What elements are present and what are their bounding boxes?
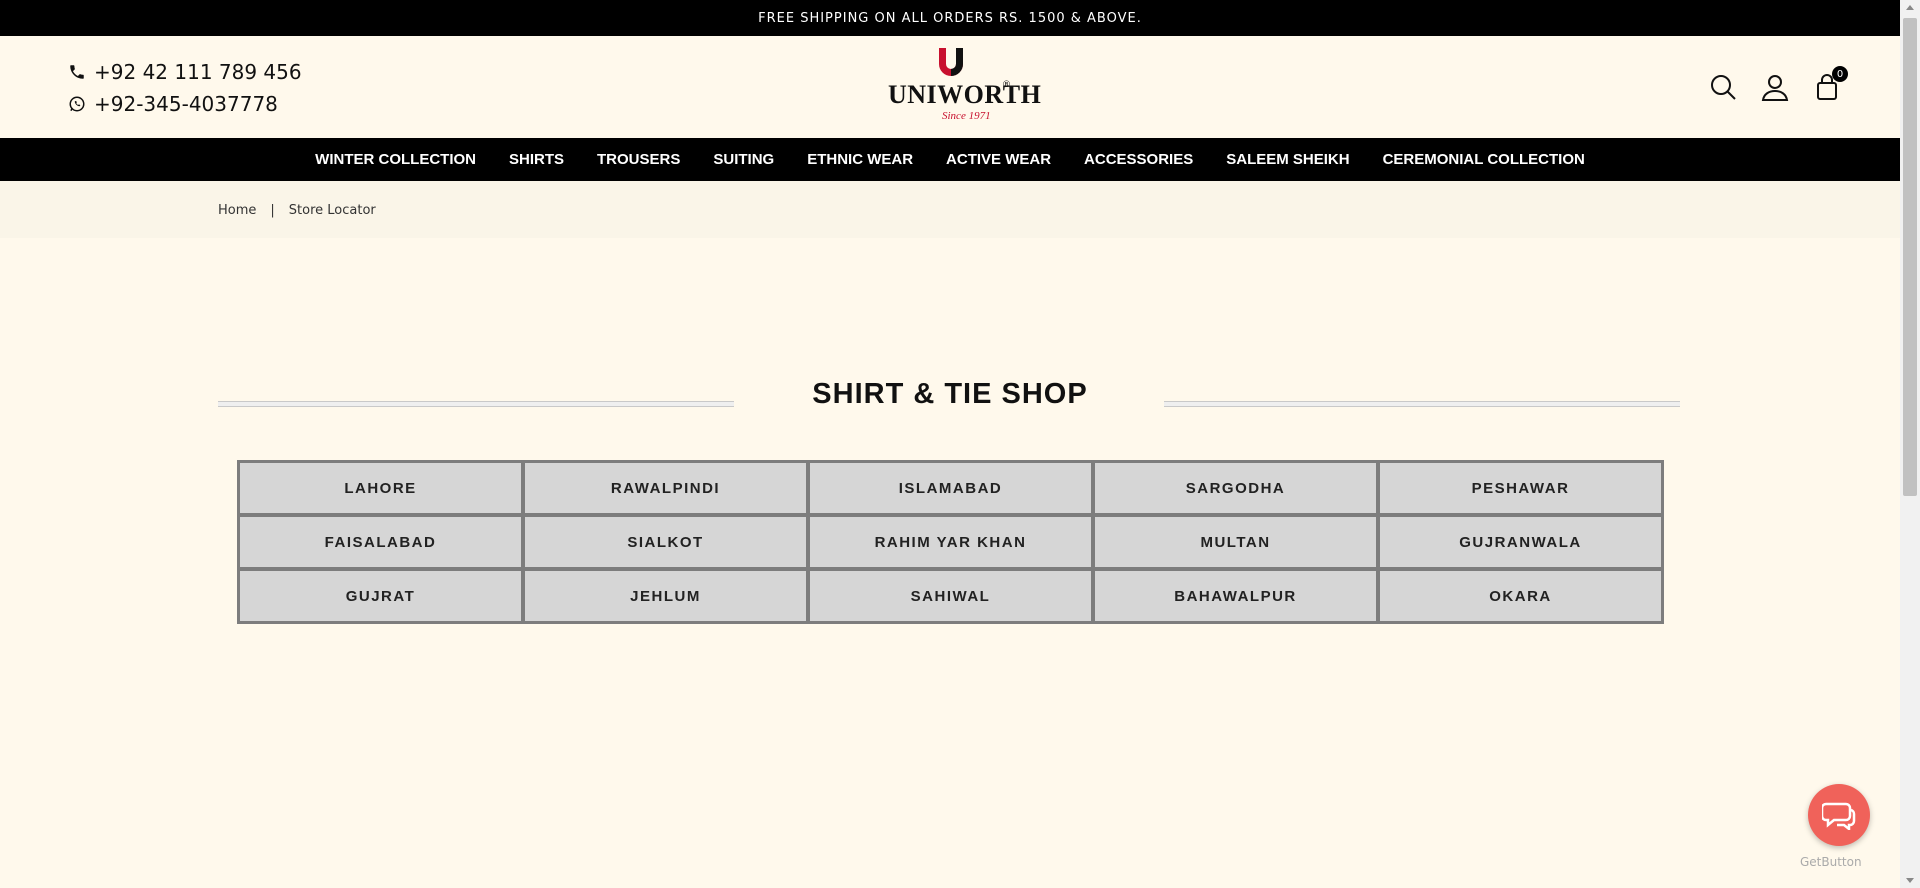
nav-item-saleem-sheikh[interactable]: SALEEM SHEIKH — [1226, 151, 1349, 168]
breadcrumb-home[interactable]: Home — [218, 203, 256, 218]
phone-number: +92 42 111 789 456 — [94, 60, 302, 84]
city-sialkot[interactable]: SIALKOT — [523, 515, 808, 569]
city-lahore[interactable]: LAHORE — [238, 461, 523, 515]
city-peshawar[interactable]: PESHAWAR — [1378, 461, 1663, 515]
nav-item-shirts[interactable]: SHIRTS — [509, 151, 564, 168]
city-islamabad[interactable]: ISLAMABAD — [808, 461, 1093, 515]
user-icon[interactable] — [1760, 72, 1790, 102]
search-icon[interactable] — [1708, 72, 1738, 102]
whatsapp-number: +92-345-4037778 — [94, 92, 278, 116]
logo-wordmark: UNIWORTH — [888, 80, 1042, 109]
scrollbar[interactable] — [1900, 0, 1920, 888]
logo-since: Since 1971 — [942, 110, 991, 122]
nav-item-trousers[interactable]: TROUSERS — [597, 151, 680, 168]
whatsapp-row[interactable]: +92-345-4037778 — [68, 88, 302, 120]
announcement-text: FREE SHIPPING ON ALL ORDERS RS. 1500 & A… — [758, 10, 1142, 26]
contact-info: +92 42 111 789 456 +92-345-4037778 — [68, 56, 302, 120]
city-faisalabad[interactable]: FAISALABAD — [238, 515, 523, 569]
city-okara[interactable]: OKARA — [1378, 569, 1663, 623]
breadcrumb-bar: Home | Store Locator — [0, 181, 1900, 238]
section-title: SHIRT & TIE SHOP — [812, 378, 1088, 410]
city-grid: LAHORE RAWALPINDI ISLAMABAD SARGODHA PES… — [237, 460, 1664, 624]
city-jehlum[interactable]: JEHLUM — [523, 569, 808, 623]
nav-item-winter-collection[interactable]: WINTER COLLECTION — [315, 151, 476, 168]
city-rahim-yar-khan[interactable]: RAHIM YAR KHAN — [808, 515, 1093, 569]
scrollbar-thumb[interactable] — [1903, 18, 1917, 496]
nav-item-ethnic-wear[interactable]: ETHNIC WEAR — [807, 151, 913, 168]
city-sargodha[interactable]: SARGODHA — [1093, 461, 1378, 515]
site-header: +92 42 111 789 456 +92-345-4037778 UNIWO… — [0, 36, 1900, 138]
nav-item-ceremonial-collection[interactable]: CEREMONIAL COLLECTION — [1383, 151, 1585, 168]
scroll-down-arrow-icon[interactable] — [1906, 878, 1914, 883]
main-nav: WINTER COLLECTION SHIRTS TROUSERS SUITIN… — [0, 138, 1900, 181]
city-multan[interactable]: MULTAN — [1093, 515, 1378, 569]
cart-icon[interactable]: 0 — [1812, 66, 1848, 102]
cart-count-badge: 0 — [1832, 66, 1848, 82]
chat-button[interactable] — [1808, 784, 1870, 846]
nav-item-accessories[interactable]: ACCESSORIES — [1084, 151, 1193, 168]
nav-item-active-wear[interactable]: ACTIVE WEAR — [946, 151, 1051, 168]
nav-item-suiting[interactable]: SUITING — [713, 151, 774, 168]
header-icons: 0 — [1708, 66, 1848, 102]
breadcrumb: Home | Store Locator — [218, 203, 376, 218]
whatsapp-icon — [68, 95, 90, 113]
city-bahawalpur[interactable]: BAHAWALPUR — [1093, 569, 1378, 623]
phone-row[interactable]: +92 42 111 789 456 — [68, 56, 302, 88]
city-rawalpindi[interactable]: RAWALPINDI — [523, 461, 808, 515]
scroll-up-arrow-icon[interactable] — [1906, 5, 1914, 10]
getbutton-credit[interactable]: GetButton — [1800, 855, 1862, 869]
city-sahiwal[interactable]: SAHIWAL — [808, 569, 1093, 623]
announcement-bar: FREE SHIPPING ON ALL ORDERS RS. 1500 & A… — [0, 0, 1900, 36]
logo-registered: ® — [1002, 80, 1011, 90]
uniworth-logo[interactable]: UNIWORTH ® Since 1971 — [886, 46, 1041, 128]
chat-bubble-icon — [1822, 802, 1856, 830]
city-gujranwala[interactable]: GUJRANWALA — [1378, 515, 1663, 569]
breadcrumb-current: Store Locator — [288, 203, 376, 218]
phone-icon — [68, 63, 90, 81]
getbutton-label: GetButton — [1800, 855, 1862, 869]
logo-u-mark — [939, 48, 963, 76]
breadcrumb-separator: | — [270, 203, 275, 218]
city-gujrat[interactable]: GUJRAT — [238, 569, 523, 623]
